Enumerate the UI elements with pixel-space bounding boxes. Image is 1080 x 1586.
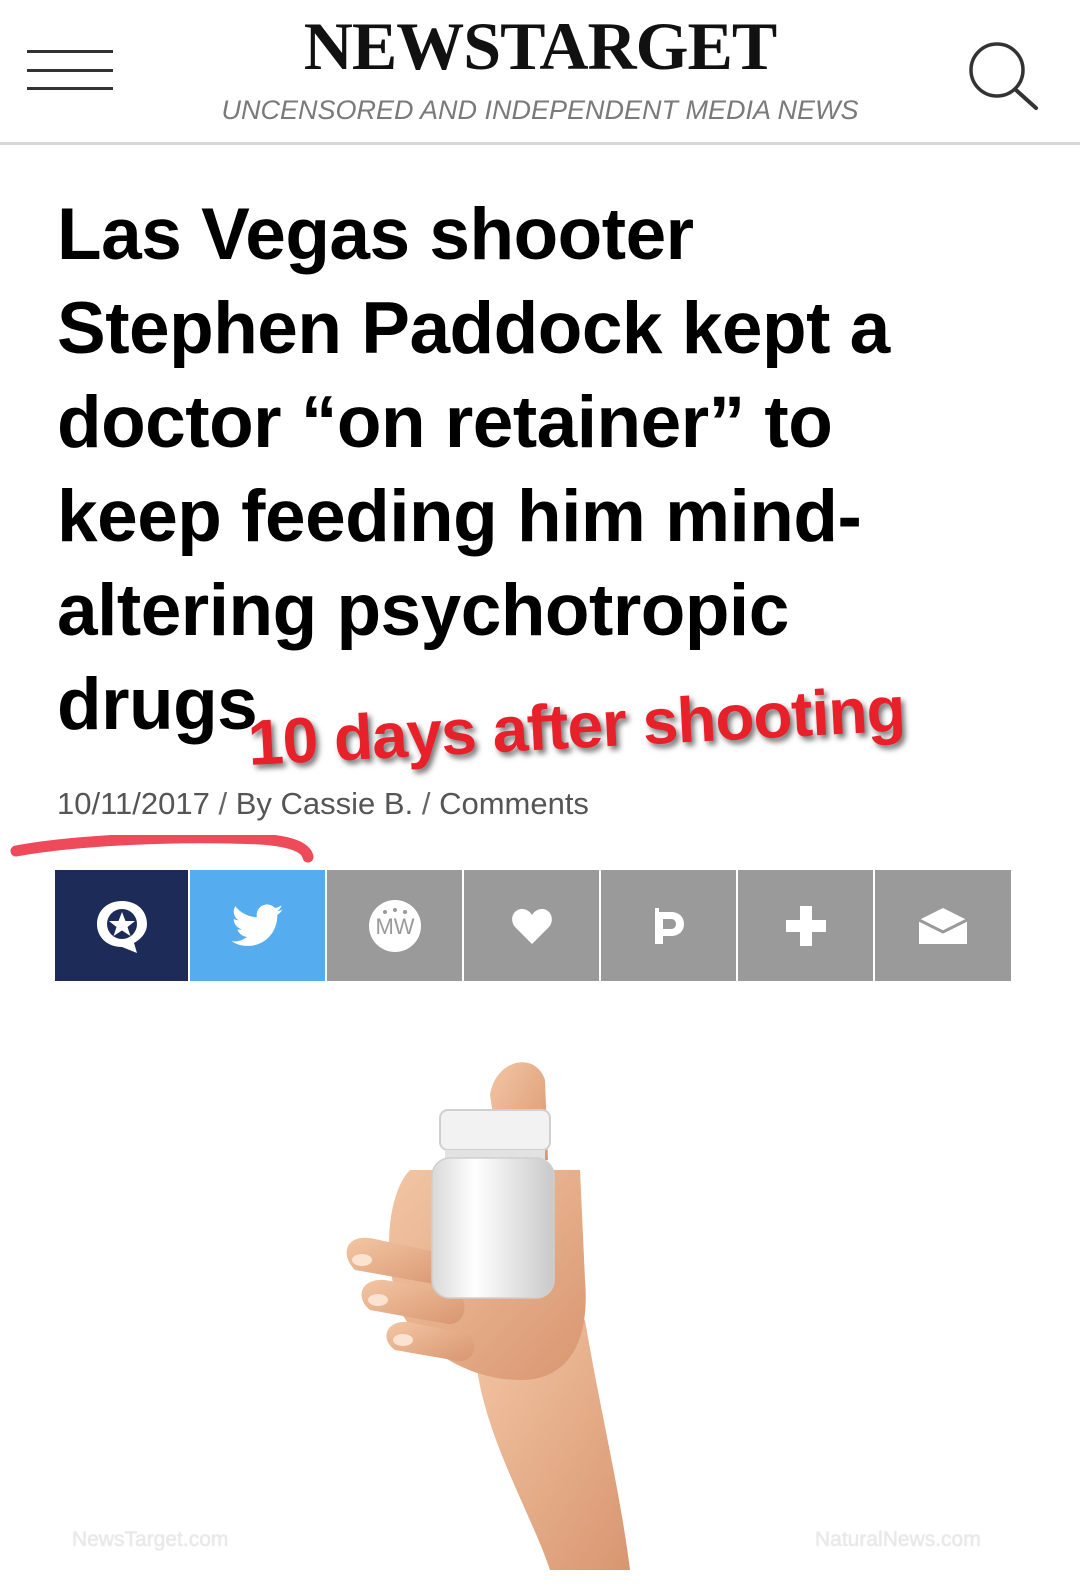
share-parler-button[interactable] bbox=[601, 870, 738, 981]
meta-separator: / bbox=[421, 786, 431, 821]
header-divider bbox=[0, 142, 1080, 145]
twitter-bird-icon bbox=[231, 904, 283, 946]
share-chat-button[interactable] bbox=[55, 870, 190, 981]
share-favorite-button[interactable] bbox=[464, 870, 601, 981]
author-link[interactable]: By Cassie B. bbox=[236, 786, 413, 821]
watermark-right: NaturalNews.com bbox=[815, 1528, 981, 1551]
svg-text:MW: MW bbox=[375, 914, 414, 939]
mewe-icon: MW bbox=[368, 899, 421, 952]
share-mewe-button[interactable]: MW bbox=[327, 870, 464, 981]
article-date: 10/11/2017 bbox=[57, 786, 210, 821]
speech-bubble-star-icon bbox=[96, 900, 147, 953]
share-email-button[interactable] bbox=[875, 870, 1011, 981]
site-header: NEWSTARGET UNCENSORED AND INDEPENDENT ME… bbox=[0, 0, 1080, 145]
article-meta: 10/11/2017 / By Cassie B. / Comments bbox=[57, 786, 589, 822]
red-underline-mark bbox=[10, 835, 314, 863]
share-bar: MW bbox=[55, 870, 1011, 981]
comments-link[interactable]: Comments bbox=[439, 786, 589, 821]
watermark-left: NewsTarget.com bbox=[72, 1528, 229, 1551]
hand-holding-pill-bottle-image bbox=[346, 1062, 630, 1570]
share-more-button[interactable] bbox=[738, 870, 875, 981]
envelope-icon bbox=[918, 907, 968, 944]
heart-icon bbox=[511, 908, 552, 944]
parler-icon bbox=[654, 907, 684, 944]
site-logo[interactable]: NEWSTARGET bbox=[0, 10, 1080, 82]
article-headline: Las Vegas shooter Stephen Paddock kept a… bbox=[57, 194, 890, 745]
meta-separator: / bbox=[218, 786, 228, 821]
menu-line bbox=[27, 87, 113, 90]
search-icon bbox=[969, 42, 1038, 110]
plus-icon bbox=[785, 905, 826, 946]
search-button[interactable] bbox=[966, 40, 1042, 112]
pill-bottle bbox=[431, 1109, 555, 1299]
share-twitter-button[interactable] bbox=[190, 870, 327, 981]
site-tagline: UNCENSORED AND INDEPENDENT MEDIA NEWS bbox=[221, 95, 859, 125]
